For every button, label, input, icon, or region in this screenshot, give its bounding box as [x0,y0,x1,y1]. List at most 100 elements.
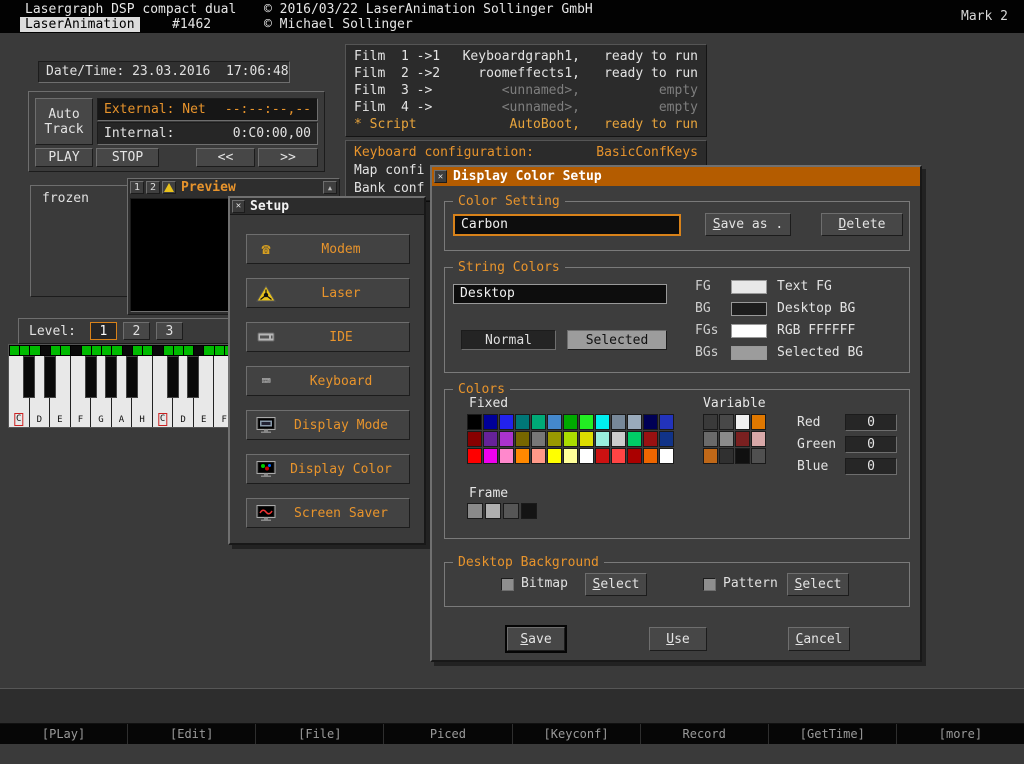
palette-swatch[interactable] [531,414,546,430]
palette-swatch[interactable] [751,448,766,464]
setup-item-display-color[interactable]: Display Color [246,454,410,484]
save-button[interactable]: Save [507,627,565,651]
palette-swatch[interactable] [483,431,498,447]
function-key[interactable]: [File] [256,724,384,744]
close-icon[interactable]: ✕ [434,170,447,183]
palette-swatch[interactable] [643,431,658,447]
function-key[interactable]: [GetTime] [769,724,897,744]
bitmap-select-button[interactable]: Select [585,573,647,596]
palette-swatch[interactable] [703,414,718,430]
function-key[interactable]: [more] [897,724,1024,744]
pattern-select-button[interactable]: Select [787,573,849,596]
palette-swatch[interactable] [515,414,530,430]
piano-black-key[interactable] [167,356,179,398]
palette-swatch[interactable] [735,431,750,447]
setup-item-laser[interactable]: Laser [246,278,410,308]
film-row[interactable]: Film 1 ->1Keyboardgraph1,ready to run [354,48,698,65]
palette-swatch[interactable] [499,414,514,430]
function-key[interactable]: Piced [384,724,512,744]
palette-swatch[interactable] [547,448,562,464]
warning-icon[interactable] [162,181,176,194]
film-row[interactable]: * ScriptAutoBoot,ready to run [354,116,698,133]
palette-swatch[interactable] [659,431,674,447]
palette-swatch[interactable] [547,414,562,430]
setup-item-display-mode[interactable]: Display Mode [246,410,410,440]
frame-swatch[interactable] [485,503,501,519]
piano-black-key[interactable] [187,356,199,398]
pattern-checkbox[interactable] [703,578,716,591]
palette-swatch[interactable] [467,448,482,464]
palette-swatch[interactable] [611,448,626,464]
palette-swatch[interactable] [595,448,610,464]
piano-black-key[interactable] [126,356,138,398]
close-icon[interactable]: ✕ [232,200,245,213]
film-row[interactable]: Film 3 -><unnamed>,empty [354,82,698,99]
color-swatch[interactable] [731,346,767,360]
setup-item-keyboard[interactable]: ⌨Keyboard [246,366,410,396]
preview-tab[interactable]: 2 [146,181,160,194]
palette-swatch[interactable] [611,431,626,447]
frame-swatch[interactable] [521,503,537,519]
palette-swatch[interactable] [515,448,530,464]
forward-button[interactable]: >> [258,148,318,167]
console-strip[interactable] [0,688,1024,724]
preview-tab[interactable]: 1 [130,181,144,194]
palette-swatch[interactable] [703,431,718,447]
use-button[interactable]: Use [649,627,707,651]
normal-button[interactable]: Normal [461,330,556,350]
cancel-button[interactable]: Cancel [788,627,850,651]
palette-swatch[interactable] [563,448,578,464]
rewind-button[interactable]: << [196,148,255,167]
piano-black-key[interactable] [23,356,35,398]
scroll-up-icon[interactable]: ▲ [323,181,337,194]
frame-swatch[interactable] [503,503,519,519]
save-as-button[interactable]: Save as . [705,213,791,236]
auto-track-button[interactable]: Auto Track [35,98,93,145]
keyboard-config-value[interactable]: BasicConfKeys [596,144,698,162]
string-selector-input[interactable]: Desktop [453,284,667,304]
palette-swatch[interactable] [719,414,734,430]
function-key[interactable]: Record [641,724,769,744]
function-key[interactable]: [Edit] [128,724,256,744]
setup-item-modem[interactable]: ☎Modem [246,234,410,264]
function-key[interactable]: [Keyconf] [513,724,641,744]
palette-swatch[interactable] [579,431,594,447]
color-swatch[interactable] [731,280,767,294]
palette-swatch[interactable] [703,448,718,464]
palette-swatch[interactable] [595,414,610,430]
palette-swatch[interactable] [563,414,578,430]
level-button[interactable]: 3 [156,322,183,340]
palette-swatch[interactable] [627,448,642,464]
palette-swatch[interactable] [643,414,658,430]
color-swatch[interactable] [731,324,767,338]
piano-black-key[interactable] [44,356,56,398]
play-button[interactable]: PLAY [35,148,93,167]
palette-swatch[interactable] [467,431,482,447]
palette-swatch[interactable] [751,431,766,447]
palette-swatch[interactable] [719,431,734,447]
palette-swatch[interactable] [547,431,562,447]
palette-swatch[interactable] [483,448,498,464]
level-button[interactable]: 2 [123,322,150,340]
rgb-value[interactable]: 0 [845,436,897,453]
palette-swatch[interactable] [515,431,530,447]
palette-swatch[interactable] [611,414,626,430]
palette-swatch[interactable] [735,448,750,464]
color-swatch[interactable] [731,302,767,316]
palette-swatch[interactable] [627,414,642,430]
palette-swatch[interactable] [579,448,594,464]
frame-swatch[interactable] [467,503,483,519]
level-button[interactable]: 1 [90,322,117,340]
palette-swatch[interactable] [483,414,498,430]
delete-button[interactable]: Delete [821,213,903,236]
function-key[interactable]: [PLay] [0,724,128,744]
palette-swatch[interactable] [595,431,610,447]
film-row[interactable]: Film 4 -><unnamed>,empty [354,99,698,116]
palette-swatch[interactable] [579,414,594,430]
palette-swatch[interactable] [531,448,546,464]
selected-button[interactable]: Selected [567,330,667,350]
setup-titlebar[interactable]: ✕ Setup [230,198,424,215]
palette-swatch[interactable] [659,448,674,464]
dialog-titlebar[interactable]: ✕ Display Color Setup [432,167,920,186]
palette-swatch[interactable] [531,431,546,447]
